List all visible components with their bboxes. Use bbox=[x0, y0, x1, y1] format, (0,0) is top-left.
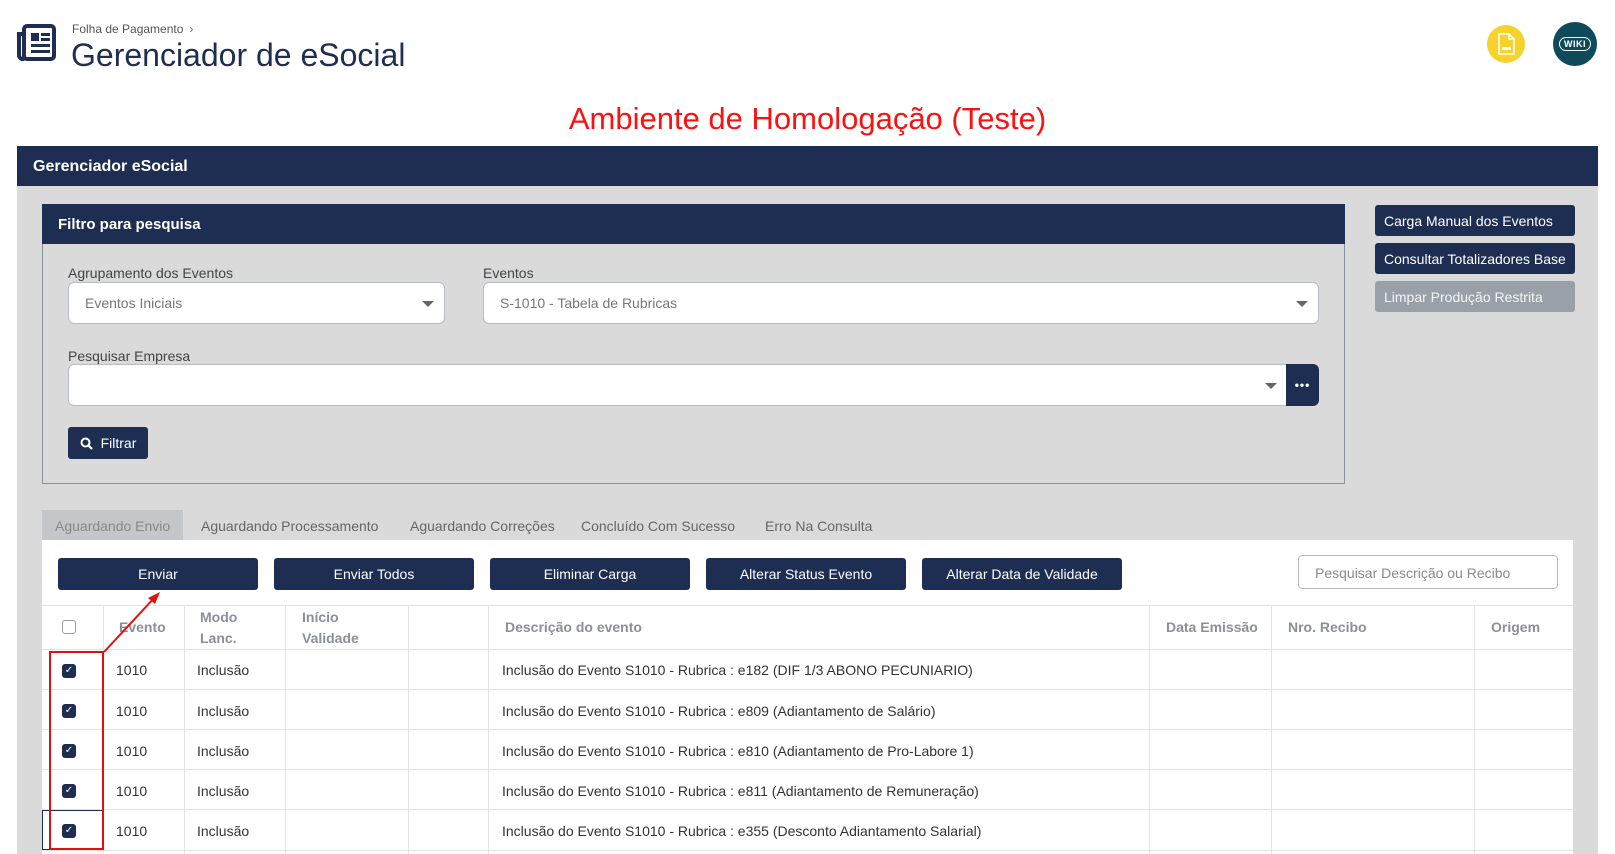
group-select-value: Eventos Iniciais bbox=[85, 295, 183, 311]
environment-banner: Ambiente de Homologação (Teste) bbox=[568, 101, 1047, 136]
group-label: Agrupamento dos Eventos bbox=[68, 265, 233, 281]
header-start-2[interactable]: Validade bbox=[302, 630, 359, 646]
caret-down-icon bbox=[1296, 301, 1308, 307]
tab-aguardando-processamento[interactable]: Aguardando Processamento bbox=[188, 510, 391, 540]
row-event: 1010 bbox=[116, 703, 148, 719]
wiki-button[interactable]: WIKI bbox=[1553, 22, 1597, 66]
company-lookup-button[interactable]: ••• bbox=[1286, 364, 1319, 406]
change-validity-button[interactable]: Alterar Data de Validade bbox=[922, 558, 1122, 590]
row-mode: Inclusão bbox=[197, 823, 250, 839]
payroll-app-icon bbox=[16, 24, 56, 62]
chevron-right-icon: › bbox=[189, 22, 194, 36]
row-description: Inclusão do Evento S1010 - Rubrica : e81… bbox=[502, 783, 979, 799]
tab-aguardando-correcoes[interactable]: Aguardando Correções bbox=[397, 510, 568, 540]
search-icon bbox=[80, 437, 93, 450]
select-all-checkbox[interactable] bbox=[62, 620, 76, 634]
row-event: 1010 bbox=[116, 743, 148, 759]
totals-button[interactable]: Consultar Totalizadores Base bbox=[1375, 243, 1575, 274]
header-origin[interactable]: Origem bbox=[1491, 619, 1540, 635]
row-description: Inclusão do Evento S1010 - Rubrica : e81… bbox=[502, 743, 974, 759]
tab-concluido-sucesso[interactable]: Concluído Com Sucesso bbox=[568, 510, 748, 540]
breadcrumb[interactable]: Folha de Pagamento › bbox=[72, 22, 193, 36]
table-divider bbox=[42, 605, 1573, 606]
filter-box bbox=[42, 204, 1345, 484]
filter-button-label: Filtrar bbox=[100, 435, 137, 451]
tab-aguardando-envio[interactable]: Aguardando Envio bbox=[42, 510, 184, 540]
row-description: Inclusão do Evento S1010 - Rubrica : e80… bbox=[502, 703, 936, 719]
send-all-button[interactable]: Enviar Todos bbox=[274, 558, 474, 590]
column-divider bbox=[408, 605, 409, 854]
table-divider bbox=[42, 729, 1573, 730]
pdf-file-icon bbox=[1498, 33, 1515, 55]
header-mode-1[interactable]: Modo bbox=[200, 609, 237, 625]
row-event: 1010 bbox=[116, 783, 148, 799]
header-description[interactable]: Descrição do evento bbox=[505, 619, 642, 635]
column-divider bbox=[1474, 605, 1475, 854]
send-button[interactable]: Enviar bbox=[58, 558, 258, 590]
caret-down-icon bbox=[422, 301, 434, 307]
main-panel-title: Gerenciador eSocial bbox=[17, 146, 1598, 186]
breadcrumb-folha[interactable]: Folha de Pagamento bbox=[72, 22, 183, 36]
header-mode-2[interactable]: Lanc. bbox=[200, 630, 237, 646]
tab-erro-consulta[interactable]: Erro Na Consulta bbox=[752, 510, 885, 540]
column-divider bbox=[285, 605, 286, 854]
column-divider bbox=[488, 605, 489, 854]
header-receipt[interactable]: Nro. Recibo bbox=[1288, 619, 1367, 635]
pdf-manual-button[interactable] bbox=[1487, 25, 1525, 63]
manual-load-button[interactable]: Carga Manual dos Eventos bbox=[1375, 205, 1575, 236]
column-divider bbox=[1149, 605, 1150, 854]
row-mode: Inclusão bbox=[197, 662, 250, 678]
company-label: Pesquisar Empresa bbox=[68, 348, 191, 364]
clear-restricted-button[interactable]: Limpar Produção Restrita bbox=[1375, 281, 1575, 312]
events-label: Eventos bbox=[483, 265, 534, 281]
row-description: Inclusão do Evento S1010 - Rubrica : e18… bbox=[502, 662, 973, 678]
table-divider bbox=[42, 850, 1573, 851]
group-select[interactable]: Eventos Iniciais bbox=[68, 282, 445, 324]
annotation-highlight-box bbox=[49, 651, 104, 850]
annotation-arrow-icon bbox=[103, 592, 160, 653]
events-select-value: S-1010 - Tabela de Rubricas bbox=[500, 295, 678, 311]
row-mode: Inclusão bbox=[197, 783, 250, 799]
header-emission[interactable]: Data Emissão bbox=[1166, 619, 1258, 635]
column-divider bbox=[1271, 605, 1272, 854]
header-start-1[interactable]: Início bbox=[302, 609, 339, 625]
row-event: 1010 bbox=[116, 662, 148, 678]
filter-title: Filtro para pesquisa bbox=[42, 204, 1345, 244]
company-search-input[interactable] bbox=[68, 364, 1288, 406]
wiki-icon: WIKI bbox=[1559, 37, 1591, 51]
delete-load-button[interactable]: Eliminar Carga bbox=[490, 558, 690, 590]
row-description: Inclusão do Evento S1010 - Rubrica : e35… bbox=[502, 823, 982, 839]
page-title: Gerenciador de eSocial bbox=[71, 37, 406, 73]
caret-down-icon bbox=[1265, 383, 1277, 389]
row-mode: Inclusão bbox=[197, 743, 250, 759]
column-divider bbox=[184, 605, 185, 854]
table-divider bbox=[42, 769, 1573, 770]
table-divider bbox=[42, 809, 1573, 810]
filter-button[interactable]: Filtrar bbox=[68, 427, 148, 459]
row-mode: Inclusão bbox=[197, 703, 250, 719]
description-search-input[interactable]: Pesquisar Descrição ou Recibo bbox=[1298, 555, 1558, 589]
more-dots-icon: ••• bbox=[1294, 378, 1311, 392]
events-select[interactable]: S-1010 - Tabela de Rubricas bbox=[483, 282, 1319, 324]
change-status-button[interactable]: Alterar Status Evento bbox=[706, 558, 906, 590]
table-divider bbox=[42, 689, 1573, 690]
table-divider bbox=[42, 649, 1573, 650]
row-event: 1010 bbox=[116, 823, 148, 839]
